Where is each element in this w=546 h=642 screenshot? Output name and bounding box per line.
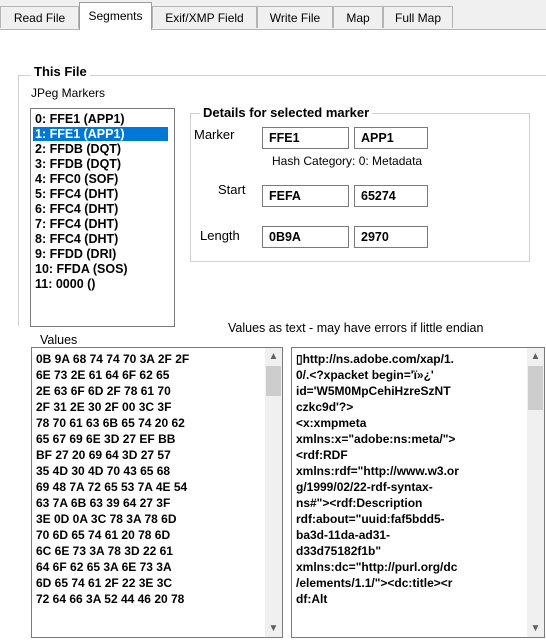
text-line: ns#"><rdf:Description xyxy=(296,496,423,510)
text-line: <x:xmpmeta xyxy=(296,416,367,430)
tab-full-map[interactable]: Full Map xyxy=(383,6,453,28)
scroll-up-arrow-icon[interactable]: ▲ xyxy=(265,348,282,365)
hex-line: 6C 6E 73 3A 78 3D 22 61 xyxy=(36,544,173,558)
text-values-note: Values as text - may have errors if litt… xyxy=(228,321,484,335)
start-dec-field[interactable]: 65274 xyxy=(354,185,428,207)
text-line: 0/.<?xpacket begin='ï»¿' xyxy=(296,368,434,382)
text-line: /elements/1.1/"><dc:title><r xyxy=(296,576,453,590)
marker-item[interactable]: 0: FFE1 (APP1) xyxy=(33,112,168,126)
text-scrollbar[interactable]: ▲ ▼ xyxy=(527,348,544,637)
marker-item[interactable]: 5: FFC4 (DHT) xyxy=(33,187,168,201)
hex-values-box[interactable]: 0B 9A 68 74 74 70 3A 2F 2F 6E 73 2E 61 6… xyxy=(31,347,283,638)
marker-item[interactable]: 7: FFC4 (DHT) xyxy=(33,217,168,231)
hex-line: 2F 31 2E 30 2F 00 3C 3F xyxy=(36,400,172,414)
hex-scroll-thumb[interactable] xyxy=(266,366,281,396)
text-line: rdf:about="uuid:faf5bdd5- xyxy=(296,512,445,526)
tab-map[interactable]: Map xyxy=(333,6,383,28)
hex-scrollbar[interactable]: ▲ ▼ xyxy=(265,348,282,637)
hex-line: 78 70 61 63 6B 65 74 20 62 xyxy=(36,416,185,430)
details-title: Details for selected marker xyxy=(200,105,373,120)
text-line: ▯http://ns.adobe.com/xap/1. xyxy=(296,352,454,366)
text-line: xmlns:dc="http://purl.org/dc xyxy=(296,560,458,574)
hex-line: 69 48 7A 72 65 53 7A 4E 54 xyxy=(36,480,188,494)
marker-item[interactable]: 2: FFDB (DQT) xyxy=(33,142,168,156)
scroll-down-arrow-icon[interactable]: ▼ xyxy=(527,620,544,637)
marker-item-selected[interactable]: 1: FFE1 (APP1) xyxy=(33,127,168,141)
hex-line: 64 6F 62 65 3A 6E 73 3A xyxy=(36,560,172,574)
scroll-up-arrow-icon[interactable]: ▲ xyxy=(527,348,544,365)
tab-write-file[interactable]: Write File xyxy=(257,6,333,28)
marker-item[interactable]: 11: 0000 () xyxy=(33,277,168,291)
hex-line: 6D 65 74 61 2F 22 3E 3C xyxy=(36,576,173,590)
text-scroll-thumb[interactable] xyxy=(528,366,543,410)
hex-line: 63 7A 6B 63 39 64 27 3F xyxy=(36,496,171,510)
marker-item[interactable]: 6: FFC4 (DHT) xyxy=(33,202,168,216)
tab-bar: Read File Segments Exif/XMP Field Write … xyxy=(0,0,546,30)
tab-segments[interactable]: Segments xyxy=(79,2,152,30)
length-dec-field[interactable]: 2970 xyxy=(354,226,428,248)
tab-exif-xmp-field[interactable]: Exif/XMP Field xyxy=(152,6,257,28)
hex-line: 65 67 69 6E 3D 27 EF BB xyxy=(36,432,176,446)
marker-item[interactable]: 10: FFDA (SOS) xyxy=(33,262,168,276)
marker-name-field[interactable]: APP1 xyxy=(354,127,428,149)
hex-line: 3E 0D 0A 3C 78 3A 78 6D xyxy=(36,512,177,526)
hex-line: 6E 73 2E 61 64 6F 62 65 xyxy=(36,368,170,382)
marker-item[interactable]: 8: FFC4 (DHT) xyxy=(33,232,168,246)
marker-code-field[interactable]: FFE1 xyxy=(262,127,349,149)
hex-line: 70 6D 65 74 61 20 78 6D xyxy=(36,528,171,542)
values-label: Values xyxy=(40,333,78,347)
hex-line: BF 27 20 69 64 3D 27 57 xyxy=(36,448,171,462)
start-hex-field[interactable]: FEFA xyxy=(262,185,349,207)
markers-listbox[interactable]: 0: FFE1 (APP1) 1: FFE1 (APP1) 2: FFDB (D… xyxy=(30,108,175,327)
text-line: xmlns:x="adobe:ns:meta/"> xyxy=(296,432,456,446)
scroll-down-arrow-icon[interactable]: ▼ xyxy=(265,620,282,637)
marker-item[interactable]: 9: FFDD (DRI) xyxy=(33,247,168,261)
text-values-box[interactable]: ▯http://ns.adobe.com/xap/1. 0/.<?xpacket… xyxy=(291,347,545,638)
hex-line: 0B 9A 68 74 74 70 3A 2F 2F xyxy=(36,352,190,366)
hex-line: 35 4D 30 4D 70 43 65 68 xyxy=(36,464,171,478)
tab-read-file[interactable]: Read File xyxy=(0,6,79,28)
hash-category: Hash Category: 0: Metadata xyxy=(272,154,423,168)
text-line: xmlns:rdf="http://www.w3.or xyxy=(296,464,459,478)
marker-item[interactable]: 3: FFDB (DQT) xyxy=(33,157,168,171)
text-line: czkc9d'?> xyxy=(296,400,354,414)
marker-label: Marker xyxy=(194,127,235,142)
hex-line: 2E 63 6F 6D 2F 78 61 70 xyxy=(36,384,171,398)
section-title: This File xyxy=(31,64,90,79)
text-line: ba3d-11da-ad31- xyxy=(296,528,391,542)
text-line: <rdf:RDF xyxy=(296,448,348,462)
text-line: id='W5M0MpCehiHzreSzNT xyxy=(296,384,451,398)
hex-line: 72 64 66 3A 52 44 46 20 78 xyxy=(36,592,185,606)
text-line: d33d75182f1b" xyxy=(296,544,382,558)
text-line: df:Alt xyxy=(296,592,328,606)
marker-item[interactable]: 4: FFC0 (SOF) xyxy=(33,172,168,186)
text-line: g/1999/02/22-rdf-syntax- xyxy=(296,480,433,494)
start-label: Start xyxy=(218,182,246,197)
markers-label: JPeg Markers xyxy=(31,86,106,100)
length-label: Length xyxy=(200,228,240,243)
length-hex-field[interactable]: 0B9A xyxy=(262,226,349,248)
